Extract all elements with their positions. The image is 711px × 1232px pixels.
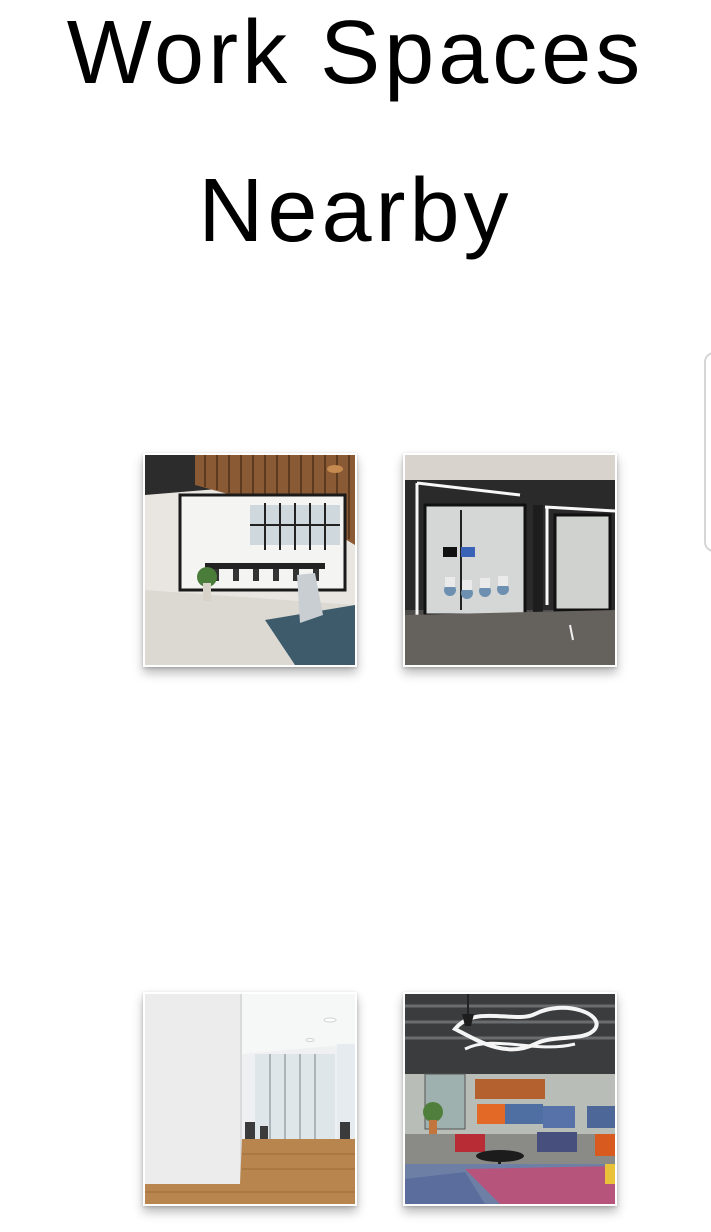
page-title-line-1: Work Spaces [66, 3, 645, 103]
workspace-card[interactable] [143, 992, 357, 1206]
workspace-card[interactable] [403, 453, 617, 667]
bright-white-office-image [145, 994, 355, 1204]
page-title: Work Spaces Nearby [0, 0, 711, 290]
workspace-card[interactable] [403, 992, 617, 1206]
workspace-card[interactable] [143, 453, 357, 667]
page-title-line-2: Nearby [198, 161, 513, 261]
glass-walled-meeting-room-image [145, 455, 355, 665]
glass-office-pods-image [405, 455, 615, 665]
side-panel-handle[interactable] [704, 352, 711, 552]
colorful-lounge-area-image [405, 994, 615, 1204]
